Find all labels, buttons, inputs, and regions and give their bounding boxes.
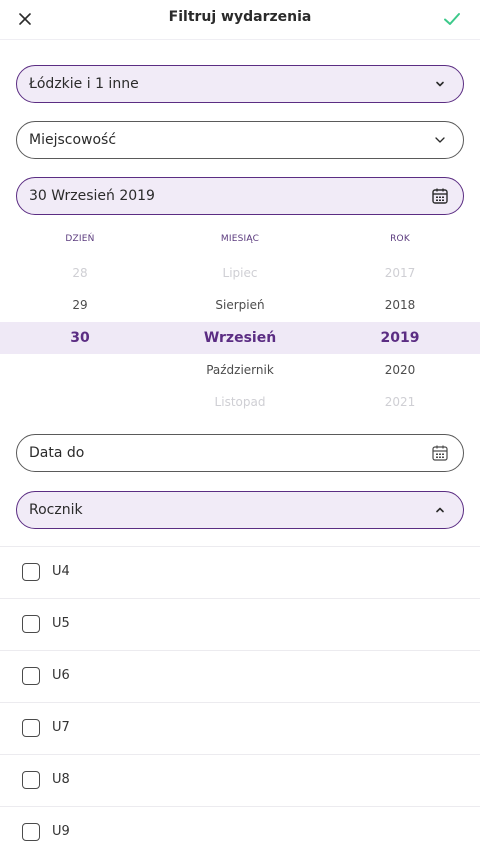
checkbox[interactable]: [22, 563, 40, 581]
month-option-selected[interactable]: Wrzesień: [170, 322, 310, 354]
year-option[interactable]: 2017: [350, 257, 450, 289]
picker-row-selected[interactable]: 30 Wrzesień 2019: [0, 322, 480, 354]
region-select[interactable]: Łódzkie i 1 inne: [16, 65, 464, 103]
day-option-selected[interactable]: 30: [30, 322, 130, 354]
list-item[interactable]: U7: [0, 702, 480, 754]
month-option[interactable]: Lipiec: [170, 257, 310, 289]
picker-row[interactable]: Październik 2020: [0, 354, 480, 386]
region-select-label: Łódzkie i 1 inne: [29, 76, 139, 92]
month-column-header: MIESIĄC: [220, 234, 260, 244]
date-from-field[interactable]: 30 Wrzesień 2019: [16, 177, 464, 215]
city-select[interactable]: Miejscowość: [16, 121, 464, 159]
list-item[interactable]: U5: [0, 598, 480, 650]
checkbox[interactable]: [22, 823, 40, 841]
option-label: U9: [52, 824, 70, 839]
month-option[interactable]: Listopad: [170, 386, 310, 418]
year-option[interactable]: 2018: [350, 289, 450, 321]
list-item[interactable]: U9: [0, 806, 480, 858]
city-select-label: Miejscowość: [29, 132, 117, 148]
date-to-placeholder: Data do: [29, 445, 85, 461]
checkbox[interactable]: [22, 615, 40, 633]
day-option[interactable]: 28: [30, 257, 130, 289]
list-item[interactable]: U8: [0, 754, 480, 806]
option-label: U4: [52, 564, 70, 579]
checkbox[interactable]: [22, 667, 40, 685]
list-item[interactable]: U6: [0, 650, 480, 702]
option-label: U8: [52, 772, 70, 787]
year-group-select[interactable]: Rocznik: [16, 491, 464, 529]
month-option[interactable]: Sierpień: [170, 289, 310, 321]
option-label: U6: [52, 668, 70, 683]
list-item[interactable]: U4: [0, 546, 480, 598]
picker-row[interactable]: 28 Lipiec 2017: [0, 257, 480, 289]
year-column-header: ROK: [390, 234, 410, 244]
chevron-down-icon: [431, 75, 449, 93]
chevron-up-icon: [431, 501, 449, 519]
option-label: U7: [52, 720, 70, 735]
year-option[interactable]: 2020: [350, 354, 450, 386]
day-option[interactable]: [30, 386, 130, 418]
chevron-down-icon: [431, 131, 449, 149]
date-from-value: 30 Wrzesień 2019: [29, 188, 155, 204]
checkbox[interactable]: [22, 719, 40, 737]
day-option[interactable]: [30, 354, 130, 386]
year-group-label: Rocznik: [29, 502, 83, 518]
picker-row[interactable]: Listopad 2021: [0, 386, 480, 418]
calendar-icon[interactable]: [431, 187, 449, 205]
day-option[interactable]: 29: [30, 289, 130, 321]
day-column-header: DZIEŃ: [65, 234, 95, 244]
calendar-icon[interactable]: [431, 444, 449, 462]
check-icon[interactable]: [442, 9, 462, 29]
checkbox[interactable]: [22, 771, 40, 789]
year-group-options: U4 U5 U6 U7 U8 U9: [0, 546, 480, 858]
picker-row[interactable]: 29 Sierpień 2018: [0, 289, 480, 321]
option-label: U5: [52, 616, 70, 631]
date-picker-wheel[interactable]: DZIEŃ MIESIĄC ROK 28 Lipiec 2017 29 Sier…: [0, 225, 480, 420]
year-option[interactable]: 2021: [350, 386, 450, 418]
date-to-field[interactable]: Data do: [16, 434, 464, 472]
month-option[interactable]: Październik: [170, 354, 310, 386]
page-title: Filtruj wydarzenia: [168, 9, 312, 25]
year-option-selected[interactable]: 2019: [350, 322, 450, 354]
top-bar: Filtruj wydarzenia: [0, 0, 480, 40]
